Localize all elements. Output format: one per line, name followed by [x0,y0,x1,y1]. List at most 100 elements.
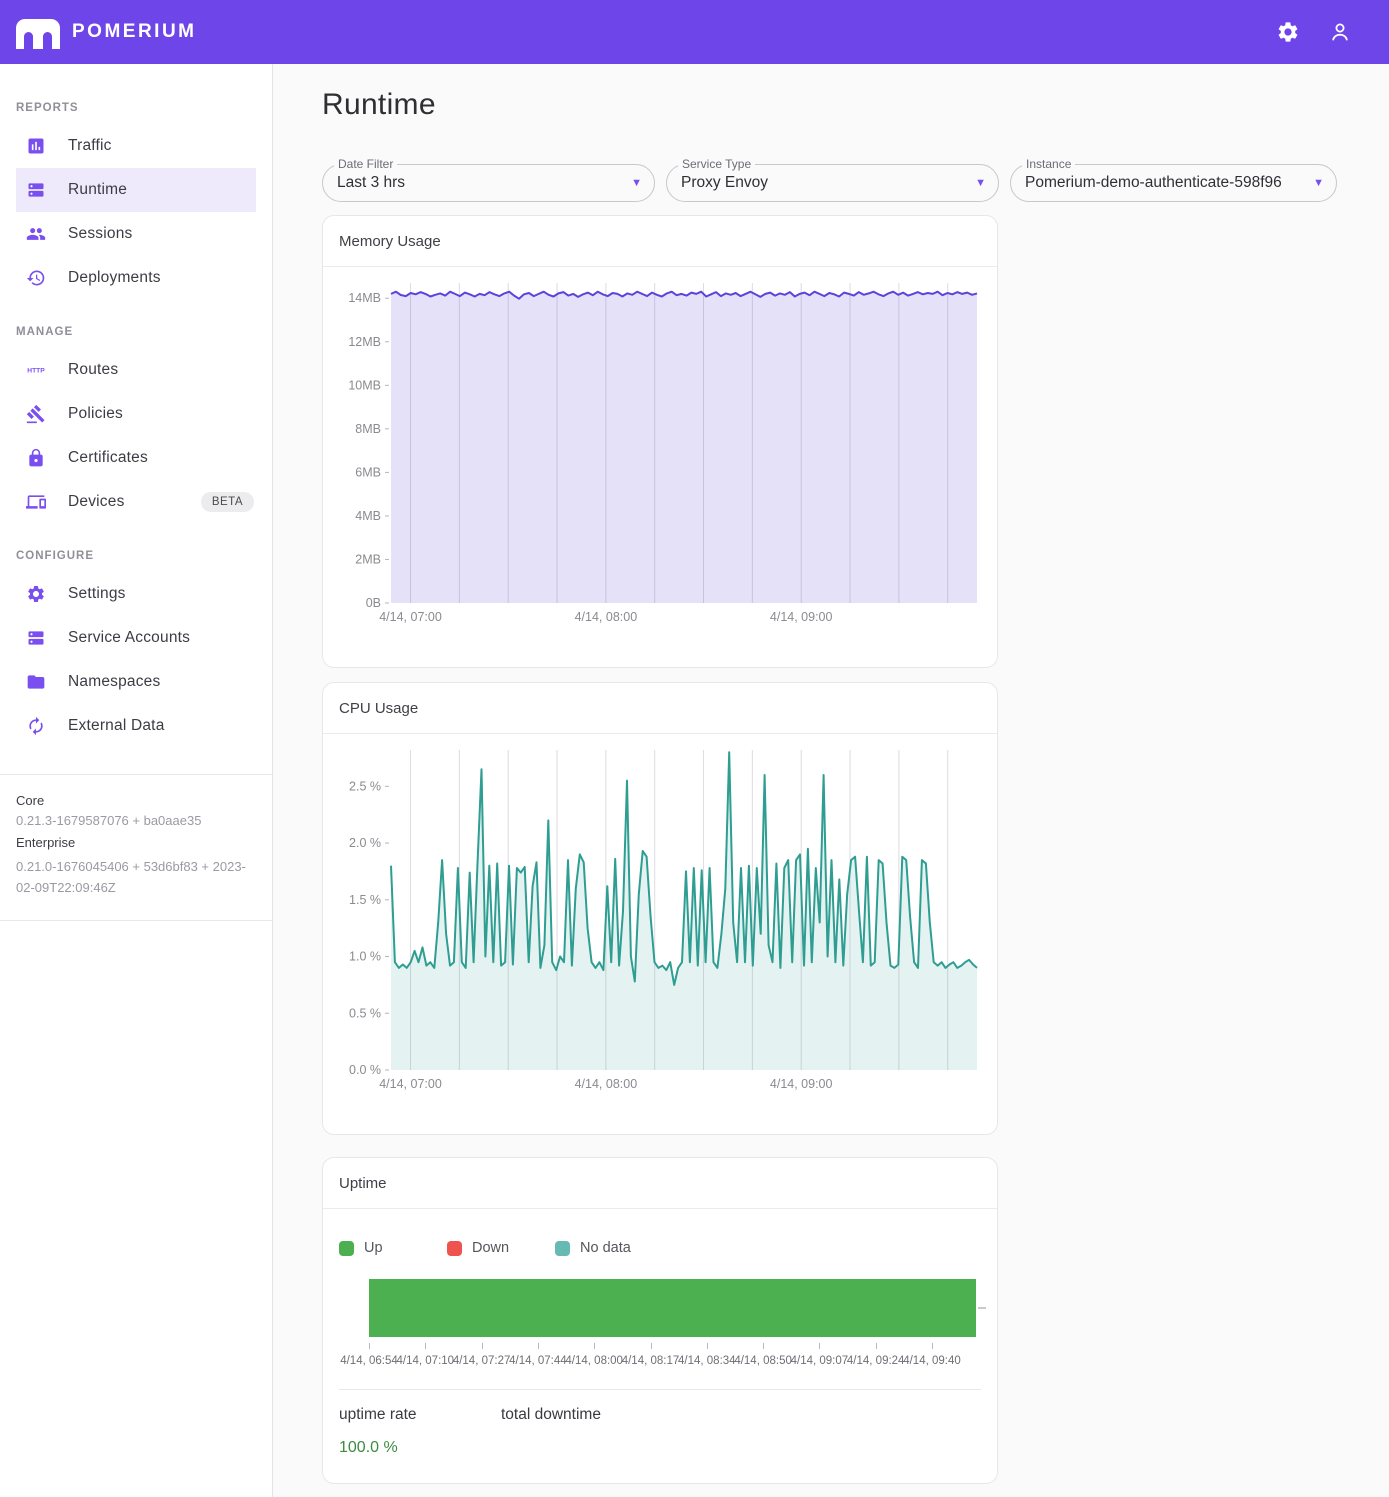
instance-select[interactable]: InstancePomerium-demo-authenticate-598f9… [1010,164,1337,202]
svg-text:4/14, 07:00: 4/14, 07:00 [379,1077,442,1091]
svg-text:4MB: 4MB [355,509,381,523]
svg-text:4/14, 08:00: 4/14, 08:00 [575,1077,638,1091]
uptime-tick-label: 4/14, 06:54 [340,1355,398,1367]
uptime-tick-label: 4/14, 09:24 [847,1355,905,1367]
legend-label: No data [580,1240,631,1256]
uptime-tick-label: 4/14, 08:00 [565,1355,623,1367]
select-value: Proxy Envoy [681,174,969,192]
sidebar-item-label: Routes [68,361,118,379]
history-icon [26,268,46,288]
uptime-tick-label: 4/14, 07:10 [397,1355,455,1367]
select-label: Instance [1022,157,1075,171]
sidebar-item-policies[interactable]: Policies [16,392,256,436]
svg-text:4/14, 09:00: 4/14, 09:00 [770,1077,833,1091]
sidebar-item-service-accounts[interactable]: Service Accounts [16,616,256,660]
uptime-rate-label: uptime rate [339,1406,501,1424]
svg-text:4/14, 09:00: 4/14, 09:00 [770,610,833,624]
sidebar-item-sessions[interactable]: Sessions [16,212,256,256]
uptime-tick-label: 4/14, 08:34 [678,1355,736,1367]
uptime-axis-tick [876,1343,877,1349]
sidebar-item-label: Devices [68,493,125,511]
uptime-tick-label: 4/14, 09:07 [791,1355,849,1367]
sidebar-item-label: Policies [68,405,123,423]
core-version-value: 0.21.3-1679587076 + ba0aae35 [16,811,256,831]
uptime-axis-tick [425,1343,426,1349]
chevron-down-icon: ▼ [631,177,642,189]
sidebar-item-label: Service Accounts [68,629,190,647]
nav-section-configure: CONFIGURE [0,550,272,562]
svg-text:12MB: 12MB [348,335,381,349]
sidebar-item-runtime[interactable]: Runtime [16,168,256,212]
devices-icon [26,492,46,512]
cpu-usage-card-title: CPU Usage [323,683,997,734]
memory-usage-card-title: Memory Usage [323,216,997,267]
cpu-usage-card: CPU Usage 0.0 %0.5 %1.0 %1.5 %2.0 %2.5 %… [322,682,998,1135]
folder-icon [26,672,46,692]
nav-section-reports: REPORTS [0,102,272,114]
legend-label: Up [364,1240,383,1256]
uptime-bar [369,1279,976,1337]
storage-icon [26,180,46,200]
account-icon[interactable] [1327,19,1353,45]
app-header: POMERIUM [0,0,1389,64]
nav-section-manage: MANAGE [0,326,272,338]
legend-swatch-down [447,1241,462,1256]
svg-text:14MB: 14MB [348,291,381,305]
svg-text:4/14, 07:00: 4/14, 07:00 [379,610,442,624]
service-type-select[interactable]: Service TypeProxy Envoy▼ [666,164,999,202]
legend-item-up: Up [339,1240,447,1256]
sync-icon [26,716,46,736]
memory-usage-card: Memory Usage 0B2MB4MB6MB8MB10MB12MB14MB4… [322,215,998,668]
total-downtime-label: total downtime [501,1406,663,1424]
legend-swatch-no-data [555,1241,570,1256]
select-value: Last 3 hrs [337,174,625,192]
gavel-icon [26,404,46,424]
uptime-axis-tick [819,1343,820,1349]
sidebar-item-settings[interactable]: Settings [16,572,256,616]
sidebar-item-routes[interactable]: HTTP Routes [16,348,256,392]
svg-text:6MB: 6MB [355,465,381,479]
sidebar-item-label: Deployments [68,269,161,287]
sidebar-item-namespaces[interactable]: Namespaces [16,660,256,704]
sidebar-item-label: Sessions [68,225,133,243]
sidebar-item-devices[interactable]: Devices BETA [16,480,256,524]
svg-text:1.5 %: 1.5 % [349,893,381,907]
sidebar-item-label: Settings [68,585,126,603]
sidebar-item-certificates[interactable]: Certificates [16,436,256,480]
legend-label: Down [472,1240,509,1256]
sidebar-item-label: Namespaces [68,673,160,691]
svg-text:2.0 %: 2.0 % [349,836,381,850]
enterprise-version-value: 0.21.0-1676045406 + 53d6bf83 + 2023-02-0… [16,857,256,897]
legend-swatch-up [339,1241,354,1256]
uptime-axis-tick [707,1343,708,1349]
svg-text:2MB: 2MB [355,552,381,566]
sidebar-item-traffic[interactable]: Traffic [16,124,256,168]
select-label: Service Type [678,157,755,171]
svg-text:10MB: 10MB [348,378,381,392]
sidebar: REPORTS Traffic Runtime Sessions Deployments… [0,64,273,1497]
memory-usage-chart: 0B2MB4MB6MB8MB10MB12MB14MB4/14, 07:004/1… [323,267,997,667]
settings-gear-icon[interactable] [1275,19,1301,45]
uptime-tick-label: 4/14, 07:44 [509,1355,567,1367]
lock-icon [26,448,46,468]
beta-badge: BETA [201,492,254,512]
sidebar-item-external-data[interactable]: External Data [16,704,256,748]
svg-text:1.0 %: 1.0 % [349,950,381,964]
uptime-tick-label: 4/14, 08:17 [622,1355,680,1367]
sidebar-item-label: Certificates [68,449,148,467]
uptime-axis-tick [538,1343,539,1349]
svg-text:2.5 %: 2.5 % [349,779,381,793]
sidebar-item-deployments[interactable]: Deployments [16,256,256,300]
sidebar-item-label: Traffic [68,137,112,155]
uptime-chart: 4/14, 06:544/14, 07:104/14, 07:274/14, 0… [339,1279,981,1375]
storage-icon [26,628,46,648]
uptime-tick-label: 4/14, 09:40 [903,1355,961,1367]
svg-text:4/14, 08:00: 4/14, 08:00 [575,610,638,624]
uptime-tick-label: 4/14, 08:50 [734,1355,792,1367]
bar-chart-icon [26,136,46,156]
brand-name: POMERIUM [72,21,197,43]
select-label: Date Filter [334,157,397,171]
http-icon: HTTP [26,360,46,380]
uptime-axis-tick [978,1307,986,1309]
date-filter-select[interactable]: Date FilterLast 3 hrs▼ [322,164,655,202]
